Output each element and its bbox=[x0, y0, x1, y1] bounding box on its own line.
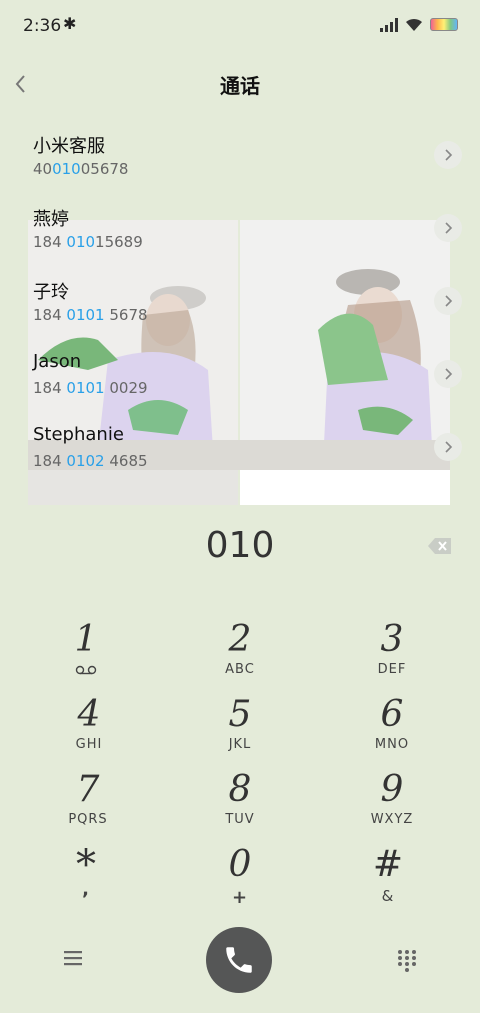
contact-row[interactable]: 燕婷 184 01015689 bbox=[0, 193, 480, 265]
key-digit: 6 bbox=[380, 694, 404, 735]
wifi-icon bbox=[406, 18, 422, 31]
backspace-icon[interactable] bbox=[427, 536, 453, 556]
chevron-right-icon[interactable] bbox=[434, 433, 462, 461]
contact-row[interactable]: Jason 184 0101 0029 bbox=[0, 339, 480, 411]
dialed-number: 010 bbox=[205, 525, 275, 566]
key-digit: # bbox=[372, 844, 404, 885]
key-digit: 8 bbox=[228, 769, 252, 810]
key-letters: PQRS bbox=[68, 812, 108, 827]
key-8[interactable]: 8 TUV bbox=[180, 770, 300, 842]
contact-row[interactable]: Stephanie 184 0102 4685 bbox=[0, 412, 480, 484]
key-4[interactable]: 4 GHI bbox=[29, 695, 149, 767]
call-button[interactable] bbox=[206, 927, 272, 993]
key-digit: 2 bbox=[228, 619, 252, 660]
key-letters: JKL bbox=[228, 737, 252, 752]
contact-name: 子玲 bbox=[33, 282, 69, 303]
key-0[interactable]: 0 + bbox=[180, 845, 300, 917]
status-time: 2:36 bbox=[23, 16, 62, 36]
key-letters: + bbox=[231, 887, 249, 908]
key-6[interactable]: 6 MNO bbox=[332, 695, 452, 767]
key-star[interactable]: * , bbox=[26, 845, 146, 917]
voicemail-icon bbox=[75, 665, 97, 675]
key-letters: ABC bbox=[225, 662, 255, 677]
contact-number: 184 0101 0029 bbox=[33, 379, 148, 397]
key-9[interactable]: 9 WXYZ bbox=[332, 770, 452, 842]
contact-name: 燕婷 bbox=[33, 209, 69, 230]
key-letters: GHI bbox=[75, 737, 103, 752]
keypad-icon[interactable] bbox=[396, 948, 418, 972]
contact-number: 184 0102 4685 bbox=[33, 452, 148, 470]
key-1[interactable]: 1 bbox=[26, 620, 146, 692]
contact-number: 4001005678 bbox=[33, 160, 129, 178]
key-letters: & bbox=[381, 887, 395, 905]
key-7[interactable]: 7 PQRS bbox=[28, 770, 148, 842]
key-letters: , bbox=[82, 879, 90, 900]
key-letters: TUV bbox=[225, 812, 255, 827]
status-bar: 2:36 ✱ bbox=[0, 0, 480, 52]
contact-name: 小米客服 bbox=[33, 136, 105, 157]
contact-name: Stephanie bbox=[33, 424, 124, 445]
contact-name: Jason bbox=[33, 351, 82, 372]
key-letters: DEF bbox=[377, 662, 407, 677]
key-digit: 0 bbox=[228, 844, 252, 885]
phone-icon bbox=[226, 947, 252, 973]
key-3[interactable]: 3 DEF bbox=[332, 620, 452, 692]
key-letters: WXYZ bbox=[370, 812, 414, 827]
key-digit: 4 bbox=[77, 694, 101, 735]
chevron-right-icon[interactable] bbox=[434, 141, 462, 169]
bluetooth-icon: ✱ bbox=[63, 14, 77, 33]
chevron-right-icon[interactable] bbox=[434, 214, 462, 242]
contact-row[interactable]: 小米客服 4001005678 bbox=[0, 120, 480, 192]
battery-icon bbox=[430, 18, 458, 31]
chevron-right-icon[interactable] bbox=[434, 360, 462, 388]
key-digit: 9 bbox=[380, 769, 404, 810]
key-digit: 1 bbox=[74, 619, 98, 660]
page-title: 通话 bbox=[220, 74, 260, 98]
key-digit: 5 bbox=[228, 694, 252, 735]
key-digit: 3 bbox=[380, 619, 404, 660]
contact-number: 184 01015689 bbox=[33, 233, 143, 251]
chevron-right-icon[interactable] bbox=[434, 287, 462, 315]
key-digit: 7 bbox=[76, 769, 100, 810]
key-5[interactable]: 5 JKL bbox=[180, 695, 300, 767]
key-2[interactable]: 2 ABC bbox=[180, 620, 300, 692]
key-letters: MNO bbox=[374, 737, 410, 752]
contact-row[interactable]: 子玲 184 0101 5678 bbox=[0, 266, 480, 338]
key-hash[interactable]: # & bbox=[328, 845, 448, 917]
contact-number: 184 0101 5678 bbox=[33, 306, 148, 324]
menu-icon[interactable] bbox=[62, 948, 84, 968]
signal-icon bbox=[380, 18, 398, 32]
